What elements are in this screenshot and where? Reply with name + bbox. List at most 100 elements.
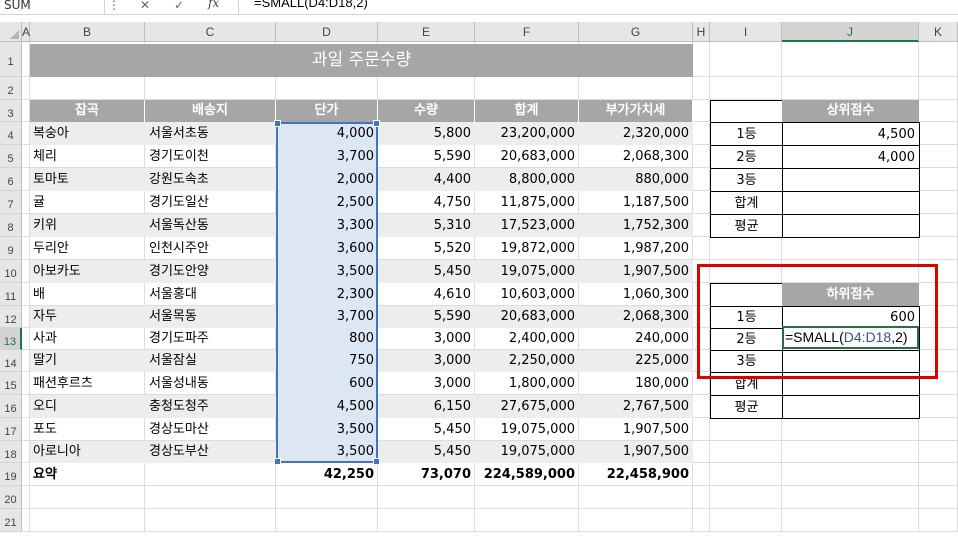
insert-function-icon[interactable]: fx <box>208 0 219 10</box>
select-all-icon <box>10 30 19 39</box>
more-options-icon[interactable]: ⋮ <box>108 0 120 14</box>
table-cell: 5,520 <box>433 241 471 256</box>
column-header-c[interactable]: C <box>145 22 276 42</box>
bottom-table-rank: 1등 <box>710 306 783 329</box>
table-cell: 5,450 <box>433 422 471 437</box>
row-header-14[interactable]: 14 <box>0 350 22 372</box>
row-header-19[interactable]: 19 <box>0 463 22 486</box>
top-table-rank: 2등 <box>710 145 783 169</box>
table-cell: 1,752,300 <box>579 214 693 237</box>
column-heading: 부가가치세 <box>579 100 693 122</box>
table-cell: 서울잠실 <box>145 350 276 372</box>
row-header-12[interactable]: 12 <box>0 306 22 328</box>
table-cell: 경기도파주 <box>149 331 209 346</box>
table-cell: 3,700 <box>276 306 378 328</box>
column-header-g[interactable]: G <box>579 22 693 42</box>
table-cell: 20,683,000 <box>475 306 579 328</box>
table-cell: 강원도속초 <box>145 168 276 191</box>
enter-icon[interactable]: ✓ <box>174 0 184 14</box>
table-cell: 키위 <box>30 214 145 237</box>
editing-formula[interactable]: =SMALL(D4:D18,2) <box>782 327 919 348</box>
bottom-table-rank: 합계 <box>710 372 783 396</box>
table-cell: 1,987,200 <box>622 241 689 256</box>
column-header-d[interactable]: D <box>276 22 378 42</box>
top-table-value <box>782 168 920 192</box>
table-cell: 서울홍대 <box>149 287 197 302</box>
column-header-i[interactable]: I <box>710 22 782 42</box>
table-cell: 19,075,000 <box>500 422 575 437</box>
table-cell: 3,700 <box>276 145 378 168</box>
table-cell: 8,800,000 <box>475 168 579 191</box>
formula-function: =SMALL( <box>785 329 844 345</box>
row-header-3[interactable]: 3 <box>0 100 22 122</box>
row-header-4[interactable]: 4 <box>0 122 22 145</box>
column-header-f[interactable]: F <box>475 22 579 42</box>
row-header-6[interactable]: 6 <box>0 168 22 191</box>
select-all-corner[interactable] <box>0 22 22 42</box>
table-cell: 경기도안양 <box>145 260 276 283</box>
table-cell: 6,150 <box>378 395 475 418</box>
table-cell: 경기도이천 <box>149 149 209 164</box>
table-cell: 4,610 <box>433 287 471 302</box>
table-cell: 경기도일산 <box>149 195 209 210</box>
row-header-11[interactable]: 11 <box>0 283 22 306</box>
table-cell: 4,000 <box>276 122 378 145</box>
top-table-value: 4,000 <box>782 145 920 169</box>
table-cell: 180,000 <box>635 376 689 391</box>
table-cell: 패션후르츠 <box>33 376 93 391</box>
table-cell: 포도 <box>33 422 57 437</box>
table-cell: 23,200,000 <box>475 122 579 145</box>
table-cell: 2,500 <box>276 191 378 214</box>
column-header-b[interactable]: B <box>30 22 145 42</box>
table-cell: 4,400 <box>378 168 475 191</box>
table-cell: 토마토 <box>30 168 145 191</box>
table-cell: 3,500 <box>276 260 378 283</box>
table-cell: 17,523,000 <box>475 214 579 237</box>
table-cell: 750 <box>276 350 378 372</box>
column-header-j[interactable]: J <box>782 22 919 42</box>
row-header-21[interactable]: 21 <box>0 509 22 532</box>
column-heading: 단가 <box>276 100 378 122</box>
table-cell: 2,250,000 <box>475 350 579 372</box>
row-header-16[interactable]: 16 <box>0 395 22 418</box>
summary-vat: 22,458,900 <box>606 467 689 482</box>
column-header-k[interactable]: K <box>919 22 958 42</box>
name-box[interactable]: SUM <box>0 0 105 14</box>
table-cell: 귤 <box>33 195 45 210</box>
row-header-2[interactable]: 2 <box>0 77 22 100</box>
row-header-10[interactable]: 10 <box>0 260 22 283</box>
column-heading: 배송지 <box>145 100 276 122</box>
table-cell: 5,450 <box>378 260 475 283</box>
table-cell: 19,075,000 <box>475 441 579 463</box>
row-header-5[interactable]: 5 <box>0 145 22 168</box>
row-header-9[interactable]: 9 <box>0 237 22 260</box>
row-header-17[interactable]: 17 <box>0 418 22 441</box>
row-header-18[interactable]: 18 <box>0 441 22 463</box>
row-header-7[interactable]: 7 <box>0 191 22 214</box>
table-cell: 3,600 <box>276 237 378 260</box>
row-header-20[interactable]: 20 <box>0 486 22 509</box>
cancel-icon[interactable]: ✕ <box>140 0 150 14</box>
column-header-a[interactable]: A <box>22 22 30 42</box>
table-cell: 600 <box>276 372 378 395</box>
column-header-e[interactable]: E <box>378 22 475 42</box>
row-header-8[interactable]: 8 <box>0 214 22 237</box>
row-header-13[interactable]: 13 <box>0 328 22 350</box>
table-cell: 3,300 <box>276 214 378 237</box>
column-header-h[interactable]: H <box>693 22 710 42</box>
row-header-1[interactable]: 1 <box>0 42 22 77</box>
table-cell: 19,075,000 <box>475 260 579 283</box>
table-cell: 240,000 <box>635 331 689 346</box>
bottom-table-value <box>782 395 920 419</box>
table-cell: 880,000 <box>579 168 693 191</box>
column-heading: 잡곡 <box>30 100 145 122</box>
formula-input[interactable]: =SMALL(D4:D18,2) <box>254 0 368 10</box>
table-cell: 서울목동 <box>145 306 276 328</box>
table-cell: 인천시주안 <box>149 241 209 256</box>
table-cell: 5,800 <box>378 122 475 145</box>
top-table-header: 상위점수 <box>782 100 920 123</box>
table-cell: 1,060,300 <box>622 287 689 302</box>
row-header-15[interactable]: 15 <box>0 372 22 395</box>
table-cell: 27,675,000 <box>475 395 579 418</box>
top-table-rank: 합계 <box>710 191 783 215</box>
